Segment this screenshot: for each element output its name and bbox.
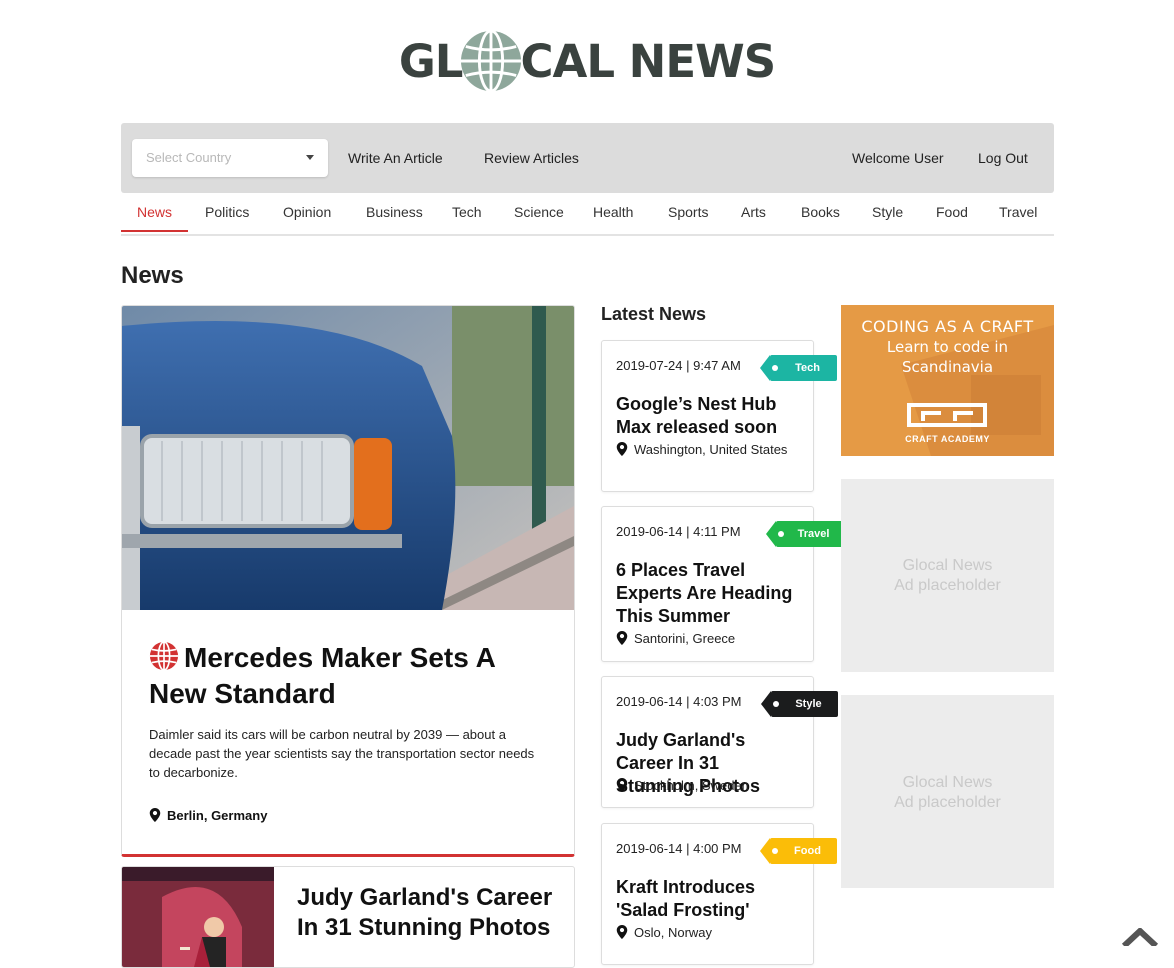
tab-sports[interactable]: Sports [668,204,708,220]
latest-news-heading: Latest News [601,304,707,324]
latest-news-card[interactable]: 2019-07-24 | 9:47 AM Google’s Nest Hub M… [601,340,837,492]
location-pin-icon [616,778,628,792]
article-date: 2019-06-14 | 4:11 PM [616,524,741,539]
featured-article-description: Daimler said its cars will be carbon neu… [149,727,535,780]
category-tag-travel[interactable]: Travel [766,521,843,547]
ad-subline-2: Scandinavia [901,358,994,376]
tab-business[interactable]: Business [366,204,423,220]
featured-article-location: Berlin, Germany [149,808,267,823]
article-title[interactable]: Google’s Nest Hub Max released soon [616,393,801,439]
latest-news-card[interactable]: 2019-06-14 | 4:03 PM Judy Garland's Care… [601,676,838,808]
tab-style[interactable]: Style [872,204,903,220]
article-location: Oslo, Norway [616,923,801,942]
tab-food[interactable]: Food [936,204,968,220]
country-select[interactable]: Select Country [132,139,328,177]
tab-news[interactable]: News [137,204,172,220]
category-tag-style[interactable]: Style [761,691,838,717]
article-date: 2019-06-14 | 4:03 PM [616,694,742,709]
top-bar: Select Country Write An Article Review A… [121,123,1054,193]
ad-placeholder-line-2: Ad placeholder [894,577,1001,594]
article-location-text: Washington, United States [634,442,788,457]
location-pin-icon [616,631,628,645]
tab-arts[interactable]: Arts [741,204,766,220]
ad-placeholder: Glocal News Ad placeholder [841,479,1054,672]
location-pin-icon [616,925,628,939]
site-logo[interactable]: GL CAL NEWS [0,30,1174,92]
article-location-text: Stockholm, Sweden [634,778,749,793]
ad-text: CODING AS A CRAFT Learn to code in Scand… [841,317,1054,377]
ad-placeholder-line-2: Ad placeholder [894,794,1001,811]
craft-academy-ad[interactable]: CODING AS A CRAFT Learn to code in Scand… [841,305,1054,456]
welcome-user-text: Welcome User [852,150,944,166]
section-title: News [121,262,184,289]
ad-headline: CODING AS A CRAFT [861,317,1034,336]
ad-subline-1: Learn to code in [886,338,1009,356]
category-nav: News Politics Opinion Business Tech Scie… [121,193,1054,236]
location-pin-icon [149,808,161,822]
latest-news-card[interactable]: 2019-06-14 | 4:00 PM Kraft Introduces 'S… [601,823,837,965]
article-image [122,867,274,967]
article-title[interactable]: 6 Places Travel Experts Are Heading This… [616,559,801,628]
scroll-to-top-icon[interactable] [1121,928,1159,946]
chevron-down-icon [306,155,314,160]
logout-link[interactable]: Log Out [978,150,1028,166]
globe-icon [461,30,522,92]
write-article-link[interactable]: Write An Article [348,150,443,166]
article-location: Santorini, Greece [616,629,801,648]
featured-article-image [122,306,574,610]
review-articles-link[interactable]: Review Articles [484,150,579,166]
featured-article-title[interactable]: Mercedes Maker Sets A New Standard [149,640,559,712]
tab-politics[interactable]: Politics [205,204,249,220]
category-tag-food[interactable]: Food [760,838,837,864]
country-select-placeholder: Select Country [146,150,232,165]
logo-text-start: GL [398,34,464,88]
article-date: 2019-06-14 | 4:00 PM [616,841,742,856]
article-location: Washington, United States [616,440,801,459]
tab-opinion[interactable]: Opinion [283,204,331,220]
article-title[interactable]: Kraft Introduces 'Salad Frosting' [616,876,801,922]
ad-placeholder-line-1: Glocal News [902,774,993,791]
article-location-text: Santorini, Greece [634,631,736,646]
ad-placeholder: Glocal News Ad placeholder [841,695,1054,888]
ad-placeholder-line-1: Glocal News [902,557,993,574]
globe-icon [149,641,179,671]
tab-health[interactable]: Health [593,204,633,220]
ad-brand: CRAFT ACADEMY [905,434,990,444]
tab-science[interactable]: Science [514,204,564,220]
tab-books[interactable]: Books [801,204,840,220]
article-card[interactable]: Judy Garland's Career In 31 Stunning Pho… [121,866,575,968]
article-title[interactable]: Judy Garland's Career In 31 Stunning Pho… [297,883,557,943]
article-location: Stockholm, Sweden [616,776,801,795]
latest-news-card[interactable]: 2019-06-14 | 4:11 PM 6 Places Travel Exp… [601,506,843,662]
category-tag-tech[interactable]: Tech [760,355,837,381]
article-date: 2019-07-24 | 9:47 AM [616,358,741,373]
tab-travel[interactable]: Travel [999,204,1037,220]
location-pin-icon [616,442,628,456]
logo-text-end: CAL NEWS [520,34,776,88]
tab-tech[interactable]: Tech [452,204,482,220]
featured-article-location-text: Berlin, Germany [167,808,268,823]
featured-article-card[interactable]: Mercedes Maker Sets A New Standard Daiml… [121,305,575,857]
article-location-text: Oslo, Norway [634,925,713,940]
active-tab-indicator [121,230,188,232]
featured-article-title-text: Mercedes Maker Sets A New Standard [149,642,495,709]
